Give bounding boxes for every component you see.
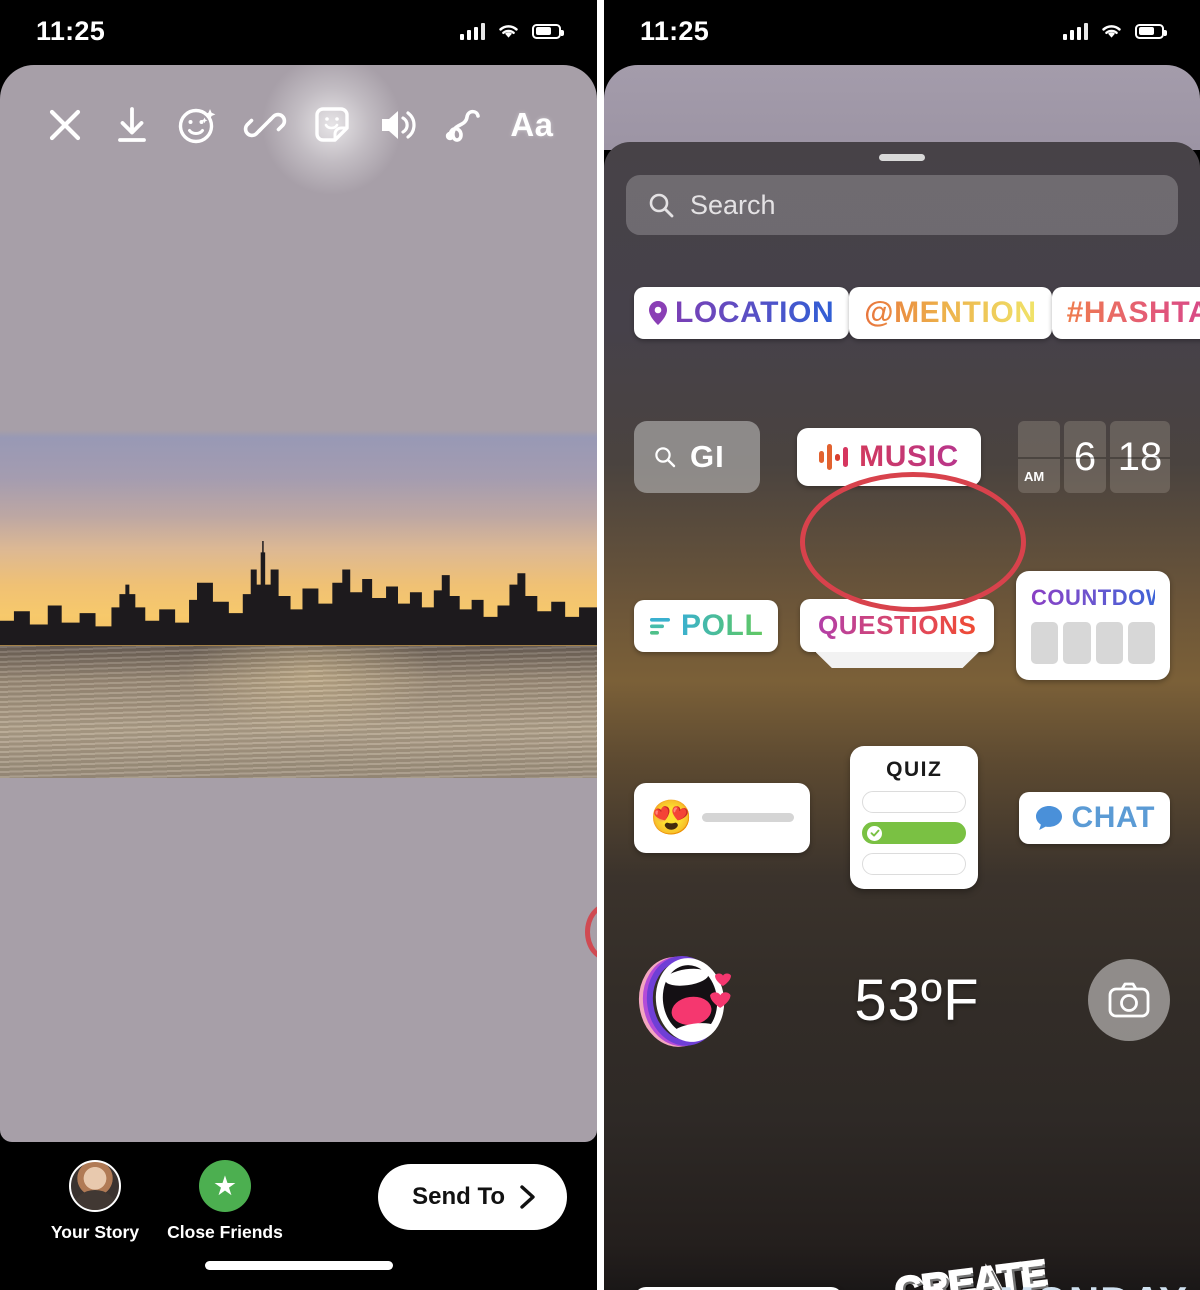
sticker-row-5: 53ºF — [634, 945, 1170, 1055]
status-time: 11:25 — [640, 15, 710, 46]
close-friends-button[interactable]: ★ Close Friends — [160, 1160, 290, 1243]
quiz-option-2-correct — [862, 822, 967, 844]
sticker-emoji-slider[interactable]: 😍 — [634, 782, 810, 853]
chevron-right-icon — [520, 1185, 535, 1209]
city-skyline-silhouette — [0, 541, 597, 646]
chat-bubble-icon — [1035, 805, 1062, 830]
emoji-slider-emoji: 😍 — [650, 798, 693, 837]
search-placeholder: Search — [690, 189, 776, 220]
editor-toolbar: Aa — [0, 65, 597, 200]
sticker-tray-sheet: Search LOCATION @MENTION #HASHTA GI MUSI… — [604, 142, 1200, 1290]
sticker-time-hour: 6 — [1063, 421, 1106, 493]
camera-icon — [1108, 982, 1150, 1018]
story-background-peek — [604, 65, 1200, 150]
annotation-circle-partial — [585, 903, 597, 961]
left-phone-story-editor: 11:25 Aa Your Story ★ Close Friends Send… — [0, 0, 597, 1290]
left-status-bar: 11:25 — [0, 0, 597, 62]
photo-haze — [0, 430, 597, 438]
link-icon[interactable] — [238, 98, 292, 152]
status-time: 11:25 — [36, 15, 106, 46]
wifi-icon — [1102, 25, 1121, 38]
sticker-gif-label: GI — [690, 439, 725, 474]
sheet-grabber[interactable] — [879, 154, 925, 161]
sticker-row-1: LOCATION @MENTION #HASHTAG — [634, 287, 1200, 339]
sticker-music-label: MUSIC — [859, 440, 959, 473]
wifi-icon — [499, 25, 518, 38]
search-input[interactable]: Search — [626, 175, 1178, 235]
status-indicators — [1062, 22, 1167, 40]
sticker-countdown-label: COUNTDOWN — [1031, 585, 1184, 610]
countdown-digit-blocks — [1031, 622, 1155, 664]
sticker-temperature[interactable]: 53ºF — [854, 967, 979, 1034]
quiz-option-1 — [862, 791, 967, 813]
download-icon[interactable] — [105, 98, 159, 152]
sticker-music[interactable]: MUSIC — [797, 428, 981, 486]
sticker-questions[interactable]: QUESTIONS — [799, 599, 995, 652]
quiz-option-3 — [862, 853, 967, 875]
avatar — [69, 1160, 121, 1212]
sticker-location[interactable]: LOCATION — [634, 287, 850, 339]
close-friends-label: Close Friends — [167, 1222, 283, 1242]
search-icon — [655, 447, 676, 468]
sticker-row-4: 😍 QUIZ CHAT — [634, 746, 1170, 889]
sticker-location-label: LOCATION — [675, 296, 835, 329]
map-pin-icon — [649, 301, 667, 325]
your-story-label: Your Story — [50, 1222, 140, 1242]
sticker-time[interactable]: AM 6 18 — [1017, 421, 1170, 493]
sticker-questions-label: QUESTIONS — [817, 610, 977, 640]
right-phone-sticker-tray: 11:25 Search LOCATION @MENTION #HASHTA G… — [604, 0, 1200, 1290]
your-story-button[interactable]: Your Story — [30, 1160, 160, 1243]
sticker-time-minute: 18 — [1109, 421, 1170, 493]
screenshot-stage: 11:25 Aa Your Story ★ Close Friends Send… — [0, 0, 1200, 1290]
draw-icon[interactable] — [438, 98, 492, 152]
close-icon[interactable] — [38, 98, 92, 152]
cellular-signal-icon — [459, 22, 485, 40]
battery-icon — [1135, 23, 1167, 39]
sticker-hashtag-label: #HASHTAG — [1067, 296, 1200, 330]
sound-icon[interactable] — [372, 98, 426, 152]
sticker-poll-label: POLL — [681, 608, 764, 642]
story-editor-canvas[interactable]: Aa — [0, 65, 597, 1142]
sticker-mention[interactable]: @MENTION — [849, 287, 1052, 339]
water-reflection — [0, 645, 597, 778]
sticker-monday[interactable]: MONDAY — [999, 1278, 1188, 1290]
text-icon[interactable]: Aa — [505, 98, 559, 152]
sticker-quiz[interactable]: QUIZ — [850, 746, 979, 889]
poll-bars-icon — [650, 617, 670, 635]
sticker-chat[interactable]: CHAT — [1018, 791, 1170, 844]
phone-divider — [597, 0, 604, 1290]
sticker-camera[interactable] — [1087, 959, 1170, 1041]
sticker-row-3: POLL QUESTIONS COUNTDOWN — [634, 571, 1184, 680]
sticker-poll[interactable]: POLL — [634, 599, 779, 652]
battery-icon — [532, 23, 564, 39]
sticker-countdown[interactable]: COUNTDOWN — [1016, 571, 1184, 680]
cut-off-sticker-row: DONATION CREATE MONDAY — [604, 1222, 1200, 1290]
story-photo — [0, 430, 597, 778]
sticker-grid: LOCATION @MENTION #HASHTA GI MUSIC AM 6 … — [604, 235, 1200, 1290]
search-area: Search — [604, 161, 1200, 235]
cellular-signal-icon — [1062, 22, 1088, 40]
sticker-mouth[interactable] — [634, 945, 746, 1055]
sticker-icon[interactable] — [256, 65, 407, 200]
send-to-button[interactable]: Send To — [378, 1164, 567, 1230]
status-indicators — [459, 22, 564, 40]
home-indicator — [204, 1261, 393, 1270]
search-icon — [649, 193, 674, 218]
sticker-gif[interactable]: GI — [634, 421, 760, 493]
equalizer-icon — [819, 444, 849, 470]
right-status-bar: 11:25 — [604, 0, 1200, 62]
effects-icon[interactable] — [171, 98, 225, 152]
sticker-quiz-label: QUIZ — [886, 758, 943, 781]
sticker-mention-label: @MENTION — [864, 296, 1037, 329]
emoji-slider-track[interactable] — [702, 813, 794, 822]
sticker-time-ampm: AM — [1017, 421, 1060, 493]
sticker-chat-label: CHAT — [1071, 800, 1155, 834]
star-icon: ★ — [199, 1160, 251, 1212]
sticker-hashtag[interactable]: #HASHTAG — [1051, 287, 1200, 339]
sticker-row-2: GI MUSIC AM 6 18 — [634, 421, 1170, 493]
send-to-label: Send To — [412, 1183, 505, 1210]
check-icon — [867, 825, 883, 841]
